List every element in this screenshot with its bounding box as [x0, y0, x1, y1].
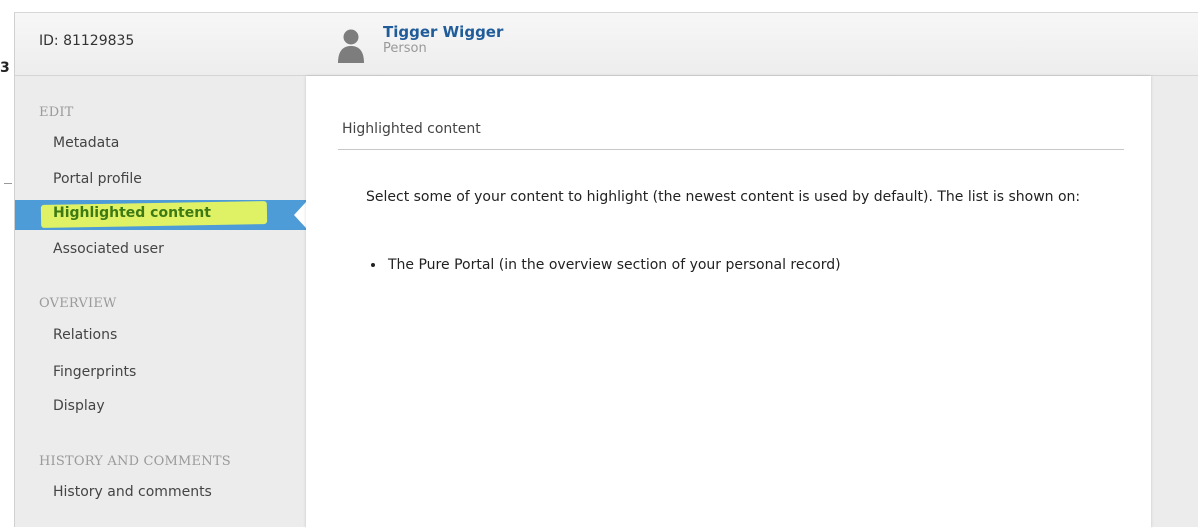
sidebar-section-history: HISTORY AND COMMENTS: [39, 454, 231, 469]
sidebar-item-associated-user[interactable]: Associated user: [53, 241, 164, 257]
sidebar-section-overview: OVERVIEW: [39, 296, 117, 311]
sidebar-item-display[interactable]: Display: [53, 398, 105, 414]
sidebar-item-highlighted-content[interactable]: Highlighted content: [15, 200, 306, 230]
display-locations-list: The Pure Portal (in the overview section…: [366, 254, 841, 276]
sidebar-item-portal-profile[interactable]: Portal profile: [53, 171, 142, 187]
sidebar-item-history-comments[interactable]: History and comments: [53, 484, 212, 500]
record-header: ID: 81129835 Tigger Wigger Person: [15, 13, 1198, 76]
sidebar-nav: EDIT Metadata Portal profile Highlighted…: [15, 76, 306, 528]
record-editor-window: ID: 81129835 Tigger Wigger Person EDIT M…: [14, 12, 1198, 528]
stray-tick-mark: [4, 183, 12, 184]
panel-description: Select some of your content to highlight…: [366, 189, 1081, 205]
record-id: ID: 81129835: [39, 33, 135, 49]
stray-character: 3: [0, 60, 10, 76]
person-silhouette-icon: [338, 29, 364, 63]
sidebar-item-relations[interactable]: Relations: [53, 327, 117, 343]
title-divider: [338, 149, 1124, 150]
active-pointer-notch: [294, 202, 306, 228]
sidebar-section-edit: EDIT: [39, 105, 74, 120]
sidebar-item-fingerprints[interactable]: Fingerprints: [53, 364, 136, 380]
content-panel: Highlighted content Select some of your …: [306, 76, 1151, 528]
person-name-link[interactable]: Tigger Wigger: [383, 24, 503, 41]
person-type-label: Person: [383, 41, 427, 56]
page-title: Highlighted content: [342, 121, 481, 137]
list-item: The Pure Portal (in the overview section…: [386, 254, 841, 276]
sidebar-item-metadata[interactable]: Metadata: [53, 135, 119, 151]
sidebar-item-label: Highlighted content: [53, 205, 211, 221]
